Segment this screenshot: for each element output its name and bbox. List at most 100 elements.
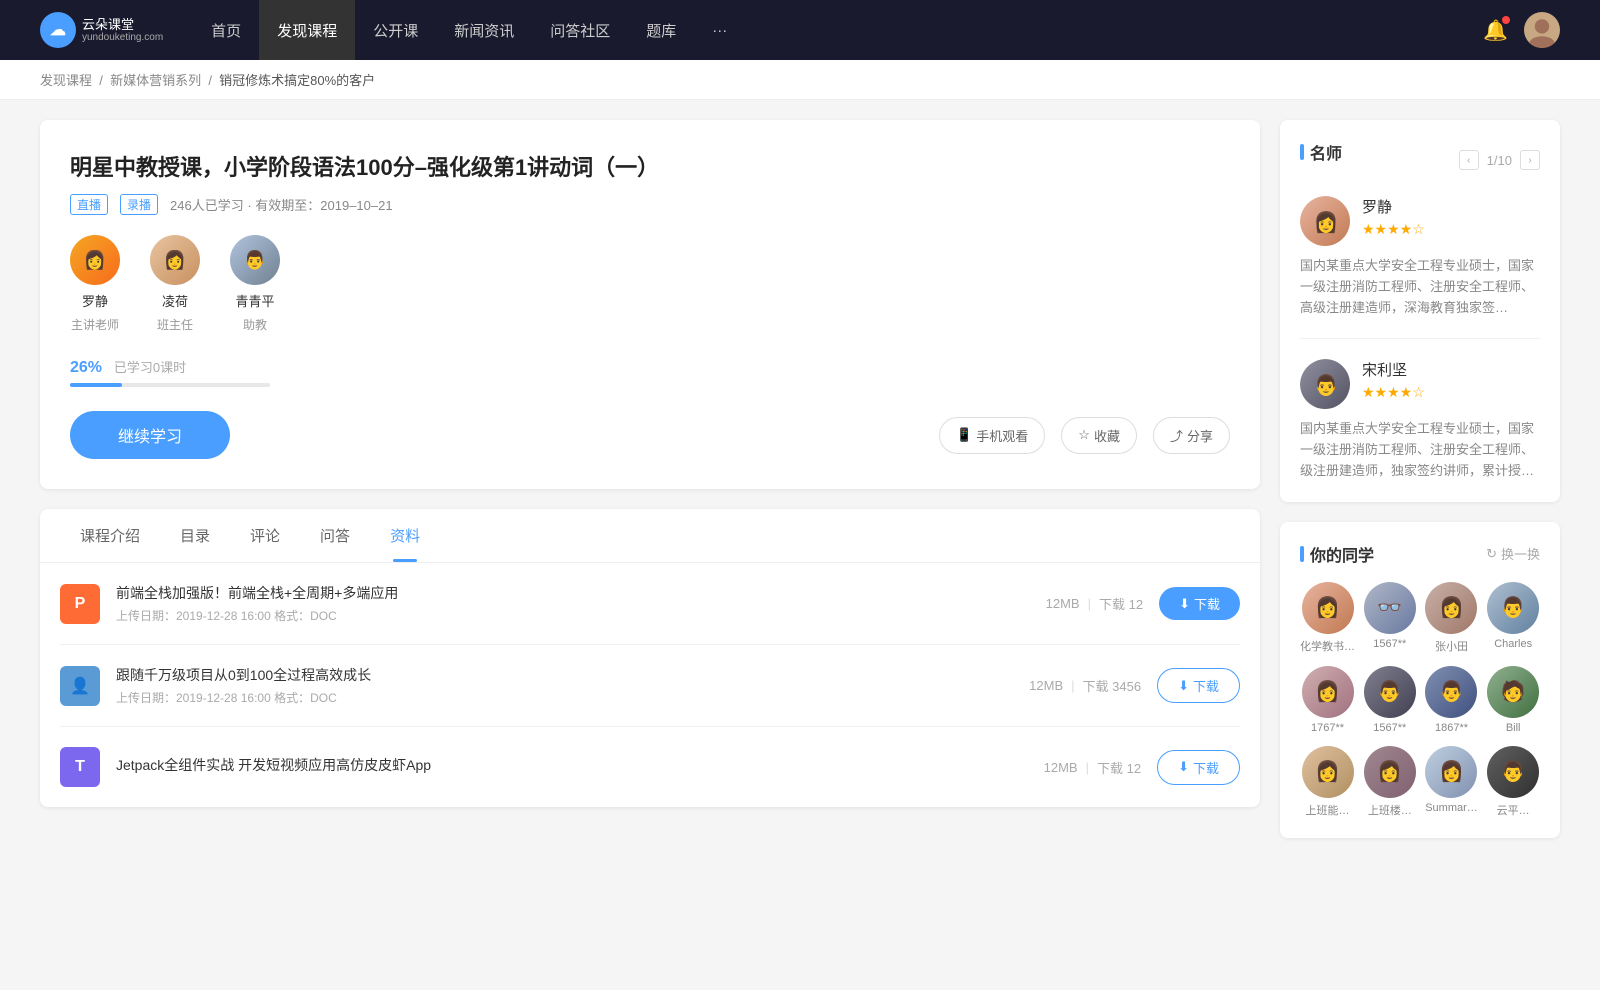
- resource-info-3: Jetpack全组件实战 开发短视频应用高仿皮皮虾App: [116, 755, 1028, 779]
- classmate-avatar-5: 👩: [1302, 666, 1354, 718]
- panel-page: 1/10: [1487, 153, 1512, 168]
- instructor-avatar-3: 👨: [230, 235, 280, 285]
- collect-button[interactable]: ☆ 收藏: [1061, 417, 1137, 454]
- refresh-button[interactable]: ↻ 换一换: [1486, 544, 1540, 563]
- classmate-12: 👨 云平…: [1486, 746, 1540, 818]
- classmate-name-6: 1567**: [1373, 722, 1406, 734]
- course-title: 明星中教授课，小学阶段语法100分–强化级第1讲动词（一）: [70, 150, 1230, 182]
- teacher-avatar-2: 👨: [1300, 359, 1350, 409]
- instructor-role-3: 助教: [243, 316, 267, 333]
- instructor-avatar-1: 👩: [70, 235, 120, 285]
- classmate-name-5: 1767**: [1311, 722, 1344, 734]
- resource-date-2: 上传日期：2019-12-28 16:00 格式：DOC: [116, 689, 1013, 706]
- classmate-avatar-11: 👩: [1425, 746, 1477, 798]
- instructors: 👩 罗静 主讲老师 👩 凌荷 班主任 👨 青青平 助教: [70, 235, 1230, 333]
- classmate-name-4: Charles: [1494, 638, 1532, 650]
- classmate-name-10: 上班楼…: [1368, 802, 1412, 818]
- classmate-name-1: 化学教书…: [1300, 638, 1355, 654]
- instructor-role-1: 主讲老师: [71, 316, 119, 333]
- download-button-2[interactable]: ⬇ 下载: [1157, 668, 1240, 703]
- mobile-watch-button[interactable]: 📱 手机观看: [939, 417, 1045, 454]
- download-button-3[interactable]: ⬇ 下载: [1157, 750, 1240, 785]
- resource-date-1: 上传日期：2019-12-28 16:00 格式：DOC: [116, 607, 1030, 624]
- continue-button[interactable]: 继续学习: [70, 411, 230, 459]
- progress-label: 26%: [70, 359, 102, 376]
- classmate-avatar-3: 👩: [1425, 582, 1477, 634]
- resource-size-3: 12MB: [1044, 760, 1078, 775]
- classmate-avatar-1: 👩: [1302, 582, 1354, 634]
- nav-item-discover[interactable]: 发现课程: [259, 0, 355, 60]
- logo-sub: yundouketing.com: [82, 32, 163, 43]
- instructor-name-3: 青青平: [235, 291, 274, 310]
- nav-item-open[interactable]: 公开课: [355, 0, 436, 60]
- logo[interactable]: ☁ 云朵课堂 yundouketing.com: [40, 12, 163, 48]
- panel-prev-btn[interactable]: ‹: [1459, 150, 1479, 170]
- panel-next-btn[interactable]: ›: [1520, 150, 1540, 170]
- teacher-name-2: 宋利坚: [1362, 359, 1425, 380]
- course-stats: 246人已学习 · 有效期至：2019–10–21: [170, 195, 393, 214]
- teacher-info-2: 宋利坚 ★★★★☆: [1362, 359, 1425, 401]
- classmate-name-3: 张小田: [1435, 638, 1468, 654]
- user-avatar-nav[interactable]: [1524, 12, 1560, 48]
- instructor-name-1: 罗静: [82, 291, 108, 310]
- classmate-2: 👓 1567**: [1363, 582, 1417, 654]
- teacher-info-1: 罗静 ★★★★☆: [1362, 196, 1425, 238]
- download-icon-3: ⬇: [1178, 759, 1189, 775]
- download-button-1[interactable]: ⬇ 下载: [1159, 587, 1240, 620]
- tab-qa[interactable]: 问答: [300, 509, 370, 562]
- nav-item-home[interactable]: 首页: [193, 0, 259, 60]
- classmate-avatar-9: 👩: [1302, 746, 1354, 798]
- notification-dot: [1502, 16, 1510, 24]
- classmate-name-11: Summar…: [1425, 802, 1478, 814]
- resource-name-1: 前端全栈加强版！前端全栈+全周期+多端应用: [116, 583, 1030, 603]
- notification-bell[interactable]: 🔔: [1483, 18, 1508, 43]
- classmate-1: 👩 化学教书…: [1300, 582, 1355, 654]
- progress-track: [70, 383, 270, 387]
- breadcrumb-discover[interactable]: 发现课程: [40, 73, 92, 88]
- classmate-11: 👩 Summar…: [1425, 746, 1479, 818]
- classmate-8: 🧑 Bill: [1486, 666, 1540, 734]
- tab-intro[interactable]: 课程介绍: [60, 509, 160, 562]
- classmate-9: 👩 上班能…: [1300, 746, 1355, 818]
- resource-name-2: 跟随千万级项目从0到100全过程高效成长: [116, 665, 1013, 685]
- navbar: ☁ 云朵课堂 yundouketing.com 首页 发现课程 公开课 新闻资讯…: [0, 0, 1600, 60]
- nav-items: 首页 发现课程 公开课 新闻资讯 问答社区 题库 ···: [193, 0, 1483, 60]
- nav-right: 🔔: [1483, 12, 1560, 48]
- classmate-avatar-8: 🧑: [1487, 666, 1539, 718]
- nav-item-questions[interactable]: 题库: [628, 0, 694, 60]
- nav-item-qa[interactable]: 问答社区: [532, 0, 628, 60]
- classmate-name-12: 云平…: [1497, 802, 1530, 818]
- resource-stats-3: 12MB | 下载 12: [1044, 758, 1141, 777]
- classmate-avatar-4: 👨: [1487, 582, 1539, 634]
- mobile-icon: 📱: [956, 427, 972, 443]
- classmates-panel: 你的同学 ↻ 换一换 👩 化学教书… 👓 1567** 👩: [1280, 522, 1560, 838]
- teacher-desc-1: 国内某重点大学安全工程专业硕士，国家一级注册消防工程师、注册安全工程师、高级注册…: [1300, 256, 1540, 318]
- teacher-stars-1: ★★★★☆: [1362, 221, 1425, 238]
- breadcrumb-series[interactable]: 新媒体营销系列: [110, 73, 201, 88]
- classmate-name-7: 1867**: [1435, 722, 1468, 734]
- resource-size-2: 12MB: [1029, 678, 1063, 693]
- share-button[interactable]: ⤴ 分享: [1153, 417, 1230, 454]
- badge-live: 直播: [70, 194, 108, 215]
- tabs-header: 课程介绍 目录 评论 问答 资料: [40, 509, 1260, 563]
- classmate-name-9: 上班能…: [1306, 802, 1350, 818]
- resource-item-2: 👤 跟随千万级项目从0到100全过程高效成长 上传日期：2019-12-28 1…: [60, 645, 1240, 727]
- action-row: 继续学习 📱 手机观看 ☆ 收藏 ⤴ 分享: [70, 411, 1230, 459]
- classmate-10: 👩 上班楼…: [1363, 746, 1417, 818]
- download-icon-2: ⬇: [1178, 678, 1189, 694]
- tab-materials[interactable]: 资料: [370, 509, 440, 562]
- teacher-card-2: 👨 宋利坚 ★★★★☆ 国内某重点大学安全工程专业硕士，国家一级注册消防工程师、…: [1300, 359, 1540, 481]
- nav-item-more[interactable]: ···: [694, 0, 745, 60]
- course-header-card: 明星中教授课，小学阶段语法100分–强化级第1讲动词（一） 直播 录播 246人…: [40, 120, 1260, 489]
- tab-review[interactable]: 评论: [230, 509, 300, 562]
- page-body: 明星中教授课，小学阶段语法100分–强化级第1讲动词（一） 直播 录播 246人…: [0, 100, 1600, 878]
- badge-record: 录播: [120, 194, 158, 215]
- teacher-stars-2: ★★★★☆: [1362, 384, 1425, 401]
- tab-catalog[interactable]: 目录: [160, 509, 230, 562]
- classmate-avatar-6: 👨: [1364, 666, 1416, 718]
- nav-item-news[interactable]: 新闻资讯: [436, 0, 532, 60]
- progress-area: 26% 已学习0课时: [70, 357, 1230, 387]
- content-right: 名师 ‹ 1/10 › 👩 罗静 ★★★★☆: [1280, 120, 1560, 858]
- classmate-name-8: Bill: [1506, 722, 1521, 734]
- download-icon-1: ⬇: [1179, 596, 1190, 612]
